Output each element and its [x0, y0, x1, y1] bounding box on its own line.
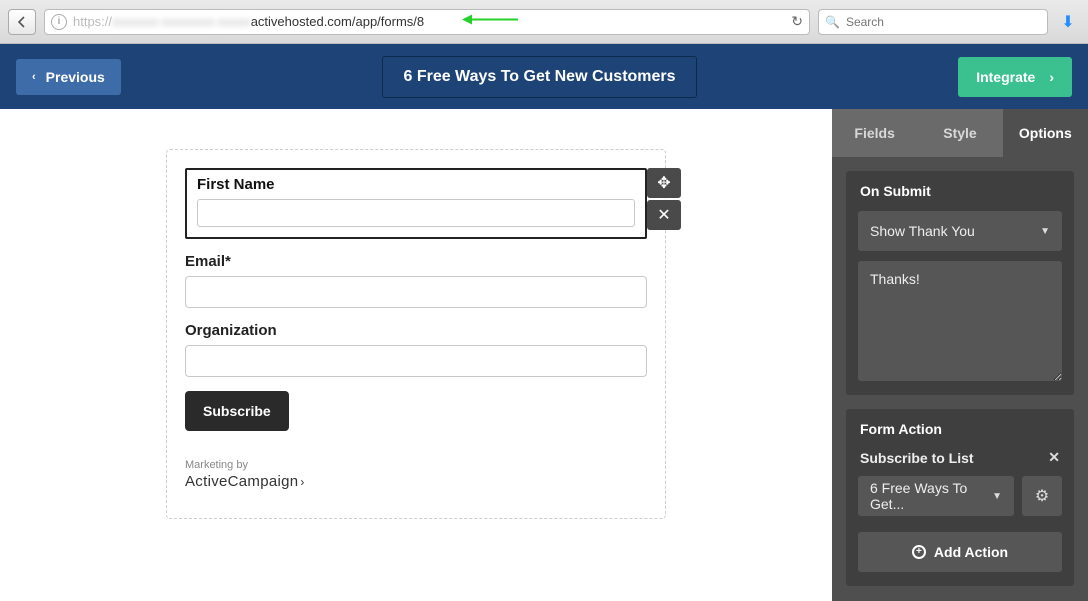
field-handles: ✥ ✕ — [647, 168, 681, 230]
form-preview[interactable]: First Name ✥ ✕ Email* Organization Subsc… — [166, 149, 666, 519]
add-action-button[interactable]: + Add Action — [858, 532, 1062, 572]
on-submit-card: On Submit Show Thank You ▼ Thanks! — [846, 171, 1074, 395]
tab-fields[interactable]: Fields — [832, 109, 917, 157]
plus-icon: + — [912, 545, 926, 559]
subscribe-button[interactable]: Subscribe — [185, 391, 289, 431]
remove-action-icon[interactable]: ✕ — [1048, 449, 1060, 466]
chevron-right-icon: › — [1049, 69, 1054, 85]
previous-button[interactable]: ‹ Previous — [16, 59, 121, 95]
list-select-value: 6 Free Ways To Get... — [870, 480, 992, 512]
on-submit-select[interactable]: Show Thank You ▼ — [858, 211, 1062, 251]
annotation-arrow — [460, 10, 520, 33]
field-label: First Name — [197, 176, 635, 193]
chevron-left-icon: ‹ — [32, 71, 36, 83]
downloads-icon[interactable]: ⬇ — [1056, 12, 1080, 32]
url-scheme: https:// — [73, 14, 112, 29]
caret-down-icon: ▼ — [1040, 226, 1050, 237]
caret-down-icon: ▼ — [992, 491, 1002, 502]
integrate-button[interactable]: Integrate › — [958, 57, 1072, 97]
url-path: activehosted.com/app/forms/8 — [251, 14, 424, 29]
sidebar: Fields Style Options On Submit Show Than… — [832, 109, 1088, 601]
tab-style[interactable]: Style — [917, 109, 1002, 157]
form-action-heading: Form Action — [846, 409, 1074, 449]
subscribe-list-label: Subscribe to List — [860, 450, 974, 466]
first-name-input[interactable] — [197, 199, 635, 227]
reload-icon[interactable]: ↻ — [791, 13, 803, 30]
url-bar[interactable]: i https:// xxxxxxx-xxxxxxxx-xxxxx active… — [44, 9, 810, 35]
content-area: First Name ✥ ✕ Email* Organization Subsc… — [0, 109, 1088, 601]
activecampaign-logo[interactable]: ActiveCampaign› — [185, 473, 647, 490]
form-title[interactable]: 6 Free Ways To Get New Customers — [382, 56, 696, 98]
move-handle[interactable]: ✥ — [647, 168, 681, 198]
form-action-subheading: Subscribe to List ✕ — [846, 449, 1074, 476]
chevron-right-icon: › — [300, 475, 304, 489]
brand-text: ActiveCampaign — [185, 473, 298, 490]
url-text: https:// xxxxxxx-xxxxxxxx-xxxxx activeho… — [73, 14, 424, 29]
url-blur: xxxxxxx-xxxxxxxx-xxxxx — [112, 14, 251, 29]
thank-you-textarea[interactable]: Thanks! — [858, 261, 1062, 381]
field-label: Organization — [185, 322, 647, 339]
field-email[interactable]: Email* — [185, 253, 647, 308]
form-canvas: First Name ✥ ✕ Email* Organization Subsc… — [0, 109, 832, 601]
field-first-name[interactable]: First Name ✥ ✕ — [185, 168, 647, 239]
search-icon: 🔍 — [825, 15, 840, 29]
previous-label: Previous — [46, 69, 105, 85]
remove-handle[interactable]: ✕ — [647, 200, 681, 230]
back-button[interactable] — [8, 9, 36, 35]
search-box[interactable]: 🔍 — [818, 9, 1048, 35]
browser-toolbar: i https:// xxxxxxx-xxxxxxxx-xxxxx active… — [0, 0, 1088, 44]
form-action-card: Form Action Subscribe to List ✕ 6 Free W… — [846, 409, 1074, 586]
on-submit-value: Show Thank You — [870, 223, 975, 239]
tab-options[interactable]: Options — [1003, 109, 1088, 157]
gear-icon: ⚙ — [1035, 486, 1049, 506]
sidebar-tabs: Fields Style Options — [832, 109, 1088, 157]
field-label: Email* — [185, 253, 647, 270]
add-action-label: Add Action — [934, 544, 1008, 560]
marketing-by-label: Marketing by — [185, 459, 647, 471]
integrate-label: Integrate — [976, 69, 1035, 85]
search-input[interactable] — [846, 15, 1041, 29]
app-header: ‹ Previous 6 Free Ways To Get New Custom… — [0, 44, 1088, 109]
on-submit-heading: On Submit — [846, 171, 1074, 211]
field-organization[interactable]: Organization — [185, 322, 647, 377]
organization-input[interactable] — [185, 345, 647, 377]
email-input[interactable] — [185, 276, 647, 308]
list-select[interactable]: 6 Free Ways To Get... ▼ — [858, 476, 1014, 516]
site-info-icon[interactable]: i — [51, 14, 67, 30]
sidebar-panel: On Submit Show Thank You ▼ Thanks! Form … — [832, 157, 1088, 600]
action-settings-button[interactable]: ⚙ — [1022, 476, 1062, 516]
